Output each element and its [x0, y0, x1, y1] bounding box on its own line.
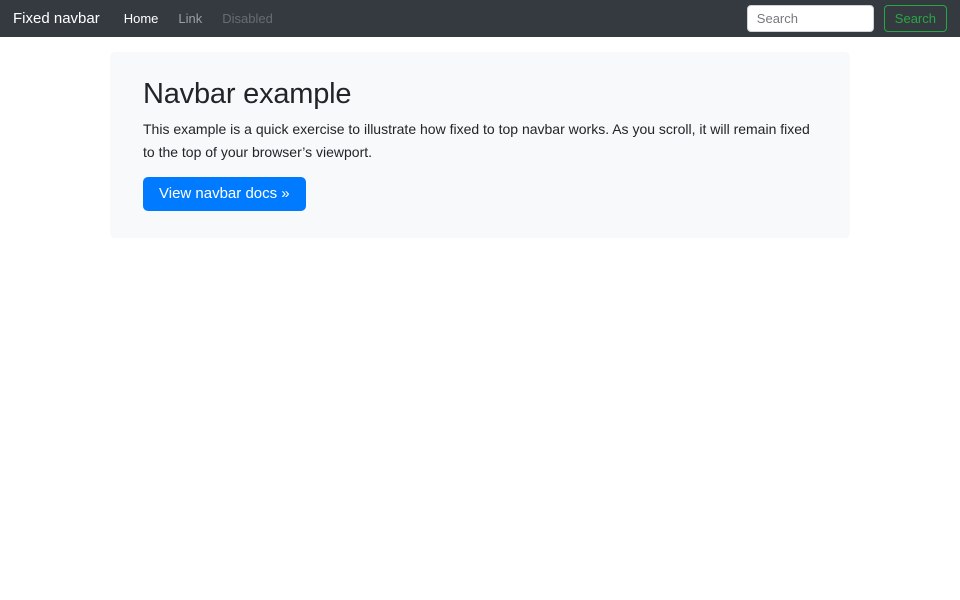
navbar-brand[interactable]: Fixed navbar: [13, 10, 100, 27]
nav-link-link[interactable]: Link: [168, 7, 212, 30]
navbar-nav: Home Link Disabled: [114, 7, 283, 30]
nav-item-link: Link: [168, 7, 212, 30]
search-form: Search: [747, 5, 947, 32]
nav-item-disabled: Disabled: [212, 7, 283, 30]
lead-paragraph: This example is a quick exercise to illu…: [143, 118, 817, 164]
top-navbar: Fixed navbar Home Link Disabled Search: [0, 0, 960, 37]
jumbotron: Navbar example This example is a quick e…: [110, 52, 850, 238]
view-navbar-docs-button[interactable]: View navbar docs »: [143, 177, 306, 211]
search-input[interactable]: [747, 5, 874, 32]
nav-link-disabled: Disabled: [212, 7, 283, 30]
page-title: Navbar example: [143, 77, 817, 111]
nav-link-home[interactable]: Home: [114, 7, 169, 30]
search-button[interactable]: Search: [884, 5, 947, 32]
nav-item-home: Home: [114, 7, 169, 30]
